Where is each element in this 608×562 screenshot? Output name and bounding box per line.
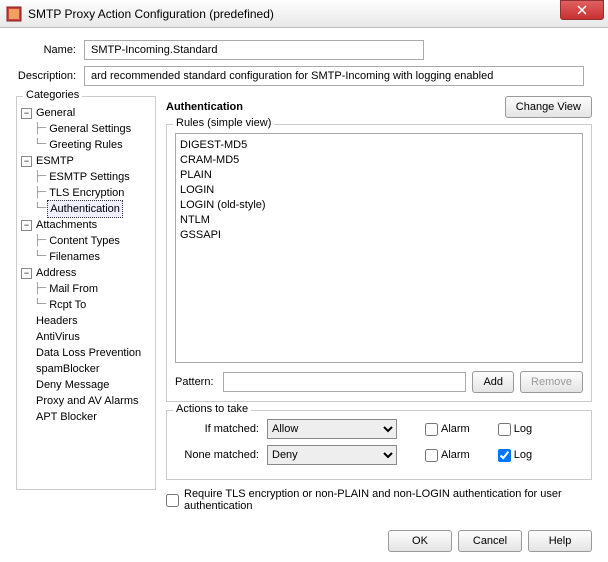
cancel-button[interactable]: Cancel	[458, 530, 522, 552]
titlebar: SMTP Proxy Action Configuration (predefi…	[0, 0, 608, 28]
rules-fieldset: Rules (simple view) DIGEST-MD5 CRAM-MD5 …	[166, 124, 592, 402]
description-label: Description:	[16, 70, 76, 82]
change-view-button[interactable]: Change View	[505, 96, 592, 118]
actions-legend: Actions to take	[173, 403, 251, 415]
help-button[interactable]: Help	[528, 530, 592, 552]
tree-spamblocker[interactable]: spamBlocker	[34, 361, 102, 377]
none-matched-alarm-cb[interactable]: Alarm	[425, 449, 470, 462]
tree-esmtp-settings[interactable]: ESMTP Settings	[47, 169, 132, 185]
tree-general-settings[interactable]: General Settings	[47, 121, 133, 137]
rule-item[interactable]: NTLM	[180, 213, 578, 228]
tree-proxy-av-alarms[interactable]: Proxy and AV Alarms	[34, 393, 141, 409]
tree-tls-encryption[interactable]: TLS Encryption	[47, 185, 126, 201]
name-label: Name:	[16, 44, 76, 56]
tree-mail-from[interactable]: Mail From	[47, 281, 100, 297]
categories-tree: −General ├─General Settings └─Greeting R…	[21, 105, 151, 425]
collapse-icon[interactable]: −	[21, 220, 32, 231]
tree-filenames[interactable]: Filenames	[47, 249, 102, 265]
rule-item[interactable]: LOGIN	[180, 183, 578, 198]
rule-item[interactable]: CRAM-MD5	[180, 153, 578, 168]
if-matched-alarm-cb[interactable]: Alarm	[425, 423, 470, 436]
pattern-label: Pattern:	[175, 376, 217, 388]
actions-fieldset: Actions to take If matched: Allow Alarm …	[166, 410, 592, 480]
tree-greeting-rules[interactable]: Greeting Rules	[47, 137, 124, 153]
categories-panel: Categories −General ├─General Settings └…	[16, 96, 156, 490]
window-title: SMTP Proxy Action Configuration (predefi…	[28, 7, 560, 21]
require-tls-label: Require TLS encryption or non-PLAIN and …	[184, 488, 592, 512]
categories-legend: Categories	[23, 89, 82, 101]
tree-attachments[interactable]: Attachments	[34, 217, 99, 233]
collapse-icon[interactable]: −	[21, 268, 32, 279]
tree-general[interactable]: General	[34, 105, 77, 121]
right-pane: Authentication Change View Rules (simple…	[166, 96, 592, 516]
close-icon	[577, 5, 587, 15]
tree-headers[interactable]: Headers	[34, 313, 80, 329]
ok-button[interactable]: OK	[388, 530, 452, 552]
none-matched-log-cb[interactable]: Log	[498, 449, 532, 462]
rule-item[interactable]: PLAIN	[180, 168, 578, 183]
rule-item[interactable]: LOGIN (old-style)	[180, 198, 578, 213]
require-tls-checkbox[interactable]	[166, 494, 179, 507]
tree-esmtp[interactable]: ESMTP	[34, 153, 76, 169]
rule-item[interactable]: GSSAPI	[180, 228, 578, 243]
pattern-input[interactable]	[223, 372, 466, 392]
tree-antivirus[interactable]: AntiVirus	[34, 329, 82, 345]
if-matched-select[interactable]: Allow	[267, 419, 397, 439]
footer: OK Cancel Help	[0, 524, 608, 562]
none-matched-label: None matched:	[175, 449, 259, 461]
panel-title: Authentication	[166, 101, 505, 113]
app-icon	[6, 6, 22, 22]
tree-address[interactable]: Address	[34, 265, 78, 281]
if-matched-log-cb[interactable]: Log	[498, 423, 532, 436]
rules-legend: Rules (simple view)	[173, 117, 274, 129]
rule-item[interactable]: DIGEST-MD5	[180, 138, 578, 153]
if-matched-label: If matched:	[175, 423, 259, 435]
tree-dlp[interactable]: Data Loss Prevention	[34, 345, 143, 361]
tree-content-types[interactable]: Content Types	[47, 233, 122, 249]
collapse-icon[interactable]: −	[21, 108, 32, 119]
name-field[interactable]	[84, 40, 424, 60]
tree-authentication[interactable]: Authentication	[47, 200, 123, 218]
remove-button[interactable]: Remove	[520, 371, 583, 393]
description-field[interactable]	[84, 66, 584, 86]
collapse-icon[interactable]: −	[21, 156, 32, 167]
tree-rcpt-to[interactable]: Rcpt To	[47, 297, 88, 313]
tree-apt-blocker[interactable]: APT Blocker	[34, 409, 99, 425]
add-button[interactable]: Add	[472, 371, 514, 393]
rules-list[interactable]: DIGEST-MD5 CRAM-MD5 PLAIN LOGIN LOGIN (o…	[175, 133, 583, 363]
close-button[interactable]	[560, 0, 604, 20]
tree-deny-message[interactable]: Deny Message	[34, 377, 111, 393]
none-matched-select[interactable]: Deny	[267, 445, 397, 465]
